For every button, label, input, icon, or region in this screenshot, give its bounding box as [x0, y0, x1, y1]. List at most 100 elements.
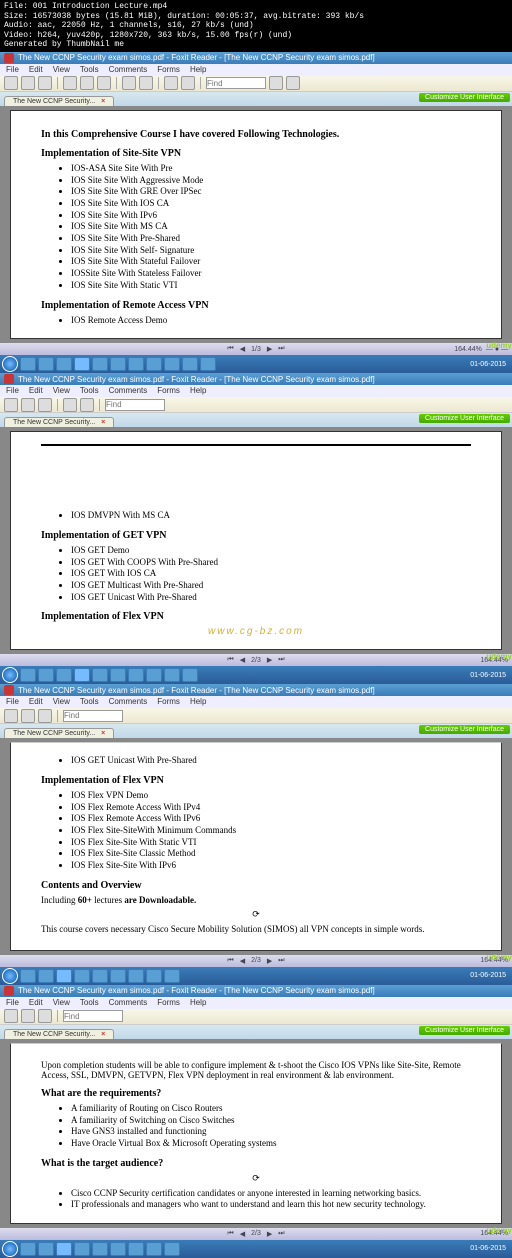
system-tray[interactable]: 01-06-2015	[470, 361, 510, 368]
save-icon[interactable]	[21, 76, 35, 90]
start-button[interactable]	[2, 356, 18, 372]
page-viewport[interactable]: IOS DMVPN With MS CA Implementation of G…	[0, 427, 512, 654]
taskbar-app[interactable]	[128, 357, 144, 371]
taskbar-app[interactable]	[20, 969, 36, 983]
menu-edit[interactable]: Edit	[29, 697, 43, 707]
customize-ui-button[interactable]: Customize User Interface	[419, 414, 510, 423]
document-tab[interactable]: The New CCNP Security... ×	[4, 96, 114, 106]
nav-prev-icon[interactable]: ◀	[240, 656, 245, 664]
taskbar-app[interactable]	[20, 1242, 36, 1256]
taskbar-app[interactable]	[20, 357, 36, 371]
save-icon[interactable]	[21, 1009, 35, 1023]
close-tab-icon[interactable]: ×	[101, 1031, 105, 1038]
taskbar-app[interactable]	[92, 668, 108, 682]
taskbar-app[interactable]	[128, 969, 144, 983]
snapshot-icon[interactable]	[97, 76, 111, 90]
start-button[interactable]	[2, 1241, 18, 1257]
taskbar-app[interactable]	[200, 357, 216, 371]
menu-tools[interactable]: Tools	[80, 697, 99, 707]
menu-tools[interactable]: Tools	[80, 386, 99, 396]
taskbar-app[interactable]	[92, 1242, 108, 1256]
nav-last-icon[interactable]: ⏭	[278, 656, 284, 664]
taskbar-app[interactable]	[74, 969, 90, 983]
taskbar-app[interactable]	[74, 668, 90, 682]
nav-prev-icon[interactable]: ◀	[240, 345, 245, 353]
nav-last-icon[interactable]: ⏭	[278, 345, 284, 353]
menu-help[interactable]: Help	[190, 386, 206, 396]
nav-next-icon[interactable]: ▶	[267, 957, 272, 965]
taskbar-app[interactable]	[164, 357, 180, 371]
menu-tools[interactable]: Tools	[80, 65, 99, 75]
system-tray[interactable]: 01-06-2015	[470, 972, 510, 979]
menu-help[interactable]: Help	[190, 697, 206, 707]
taskbar-app[interactable]	[38, 1242, 54, 1256]
nav-prev-icon[interactable]: ◀	[240, 957, 245, 965]
hand-tool-icon[interactable]	[63, 398, 77, 412]
open-icon[interactable]	[4, 398, 18, 412]
taskbar-app[interactable]	[146, 1242, 162, 1256]
taskbar-app[interactable]	[128, 668, 144, 682]
nav-next-icon[interactable]: ▶	[267, 656, 272, 664]
taskbar-app[interactable]	[110, 969, 126, 983]
taskbar-app[interactable]	[110, 357, 126, 371]
menu-view[interactable]: View	[53, 697, 70, 707]
taskbar-app[interactable]	[38, 668, 54, 682]
menu-forms[interactable]: Forms	[157, 697, 180, 707]
menu-view[interactable]: View	[53, 998, 70, 1008]
menu-forms[interactable]: Forms	[157, 998, 180, 1008]
menu-help[interactable]: Help	[190, 65, 206, 75]
taskbar-app[interactable]	[128, 1242, 144, 1256]
taskbar-app[interactable]	[182, 357, 198, 371]
taskbar-app[interactable]	[20, 668, 36, 682]
taskbar-app[interactable]	[146, 969, 162, 983]
taskbar-app[interactable]	[56, 969, 72, 983]
menu-edit[interactable]: Edit	[29, 386, 43, 396]
fit-icon[interactable]	[164, 76, 178, 90]
open-icon[interactable]	[4, 76, 18, 90]
taskbar-app[interactable]	[38, 357, 54, 371]
nav-first-icon[interactable]: ⏮	[227, 1230, 233, 1238]
taskbar-app[interactable]	[74, 1242, 90, 1256]
menu-edit[interactable]: Edit	[29, 65, 43, 75]
print-icon[interactable]	[38, 1009, 52, 1023]
taskbar-app[interactable]	[56, 1242, 72, 1256]
print-icon[interactable]	[38, 709, 52, 723]
taskbar-app[interactable]	[92, 357, 108, 371]
menu-file[interactable]: File	[6, 386, 19, 396]
nav-prev-icon[interactable]: ◀	[240, 1230, 245, 1238]
customize-ui-button[interactable]: Customize User Interface	[419, 93, 510, 102]
window-titlebar[interactable]: The New CCNP Security exam simos.pdf - F…	[0, 52, 512, 64]
menu-tools[interactable]: Tools	[80, 998, 99, 1008]
open-icon[interactable]	[4, 1009, 18, 1023]
page-viewport[interactable]: In this Comprehensive Course I have cove…	[0, 106, 512, 343]
page-viewport[interactable]: Upon completion students will be able to…	[0, 1039, 512, 1228]
menu-comments[interactable]: Comments	[109, 386, 148, 396]
close-tab-icon[interactable]: ×	[101, 98, 105, 105]
menu-forms[interactable]: Forms	[157, 386, 180, 396]
taskbar-app[interactable]	[164, 1242, 180, 1256]
document-tab[interactable]: The New CCNP Security... ×	[4, 417, 114, 427]
save-icon[interactable]	[21, 709, 35, 723]
menu-file[interactable]: File	[6, 998, 19, 1008]
menu-help[interactable]: Help	[190, 998, 206, 1008]
nav-next-icon[interactable]: ▶	[267, 345, 272, 353]
menu-view[interactable]: View	[53, 65, 70, 75]
search-input[interactable]	[206, 77, 266, 89]
menu-file[interactable]: File	[6, 65, 19, 75]
taskbar-app[interactable]	[56, 668, 72, 682]
nav-first-icon[interactable]: ⏮	[227, 957, 233, 965]
window-titlebar[interactable]: The New CCNP Security exam simos.pdf - F…	[0, 684, 512, 696]
nav-first-icon[interactable]: ⏮	[227, 656, 233, 664]
menu-comments[interactable]: Comments	[109, 65, 148, 75]
taskbar-app[interactable]	[164, 668, 180, 682]
print-icon[interactable]	[38, 76, 52, 90]
taskbar-app[interactable]	[38, 969, 54, 983]
select-tool-icon[interactable]	[80, 398, 94, 412]
window-titlebar[interactable]: The New CCNP Security exam simos.pdf - F…	[0, 985, 512, 997]
system-tray[interactable]: 01-06-2015	[470, 1245, 510, 1252]
menu-view[interactable]: View	[53, 386, 70, 396]
search-input[interactable]	[63, 710, 123, 722]
zoom-out-icon[interactable]	[139, 76, 153, 90]
document-tab[interactable]: The New CCNP Security... ×	[4, 1029, 114, 1039]
taskbar-app[interactable]	[92, 969, 108, 983]
